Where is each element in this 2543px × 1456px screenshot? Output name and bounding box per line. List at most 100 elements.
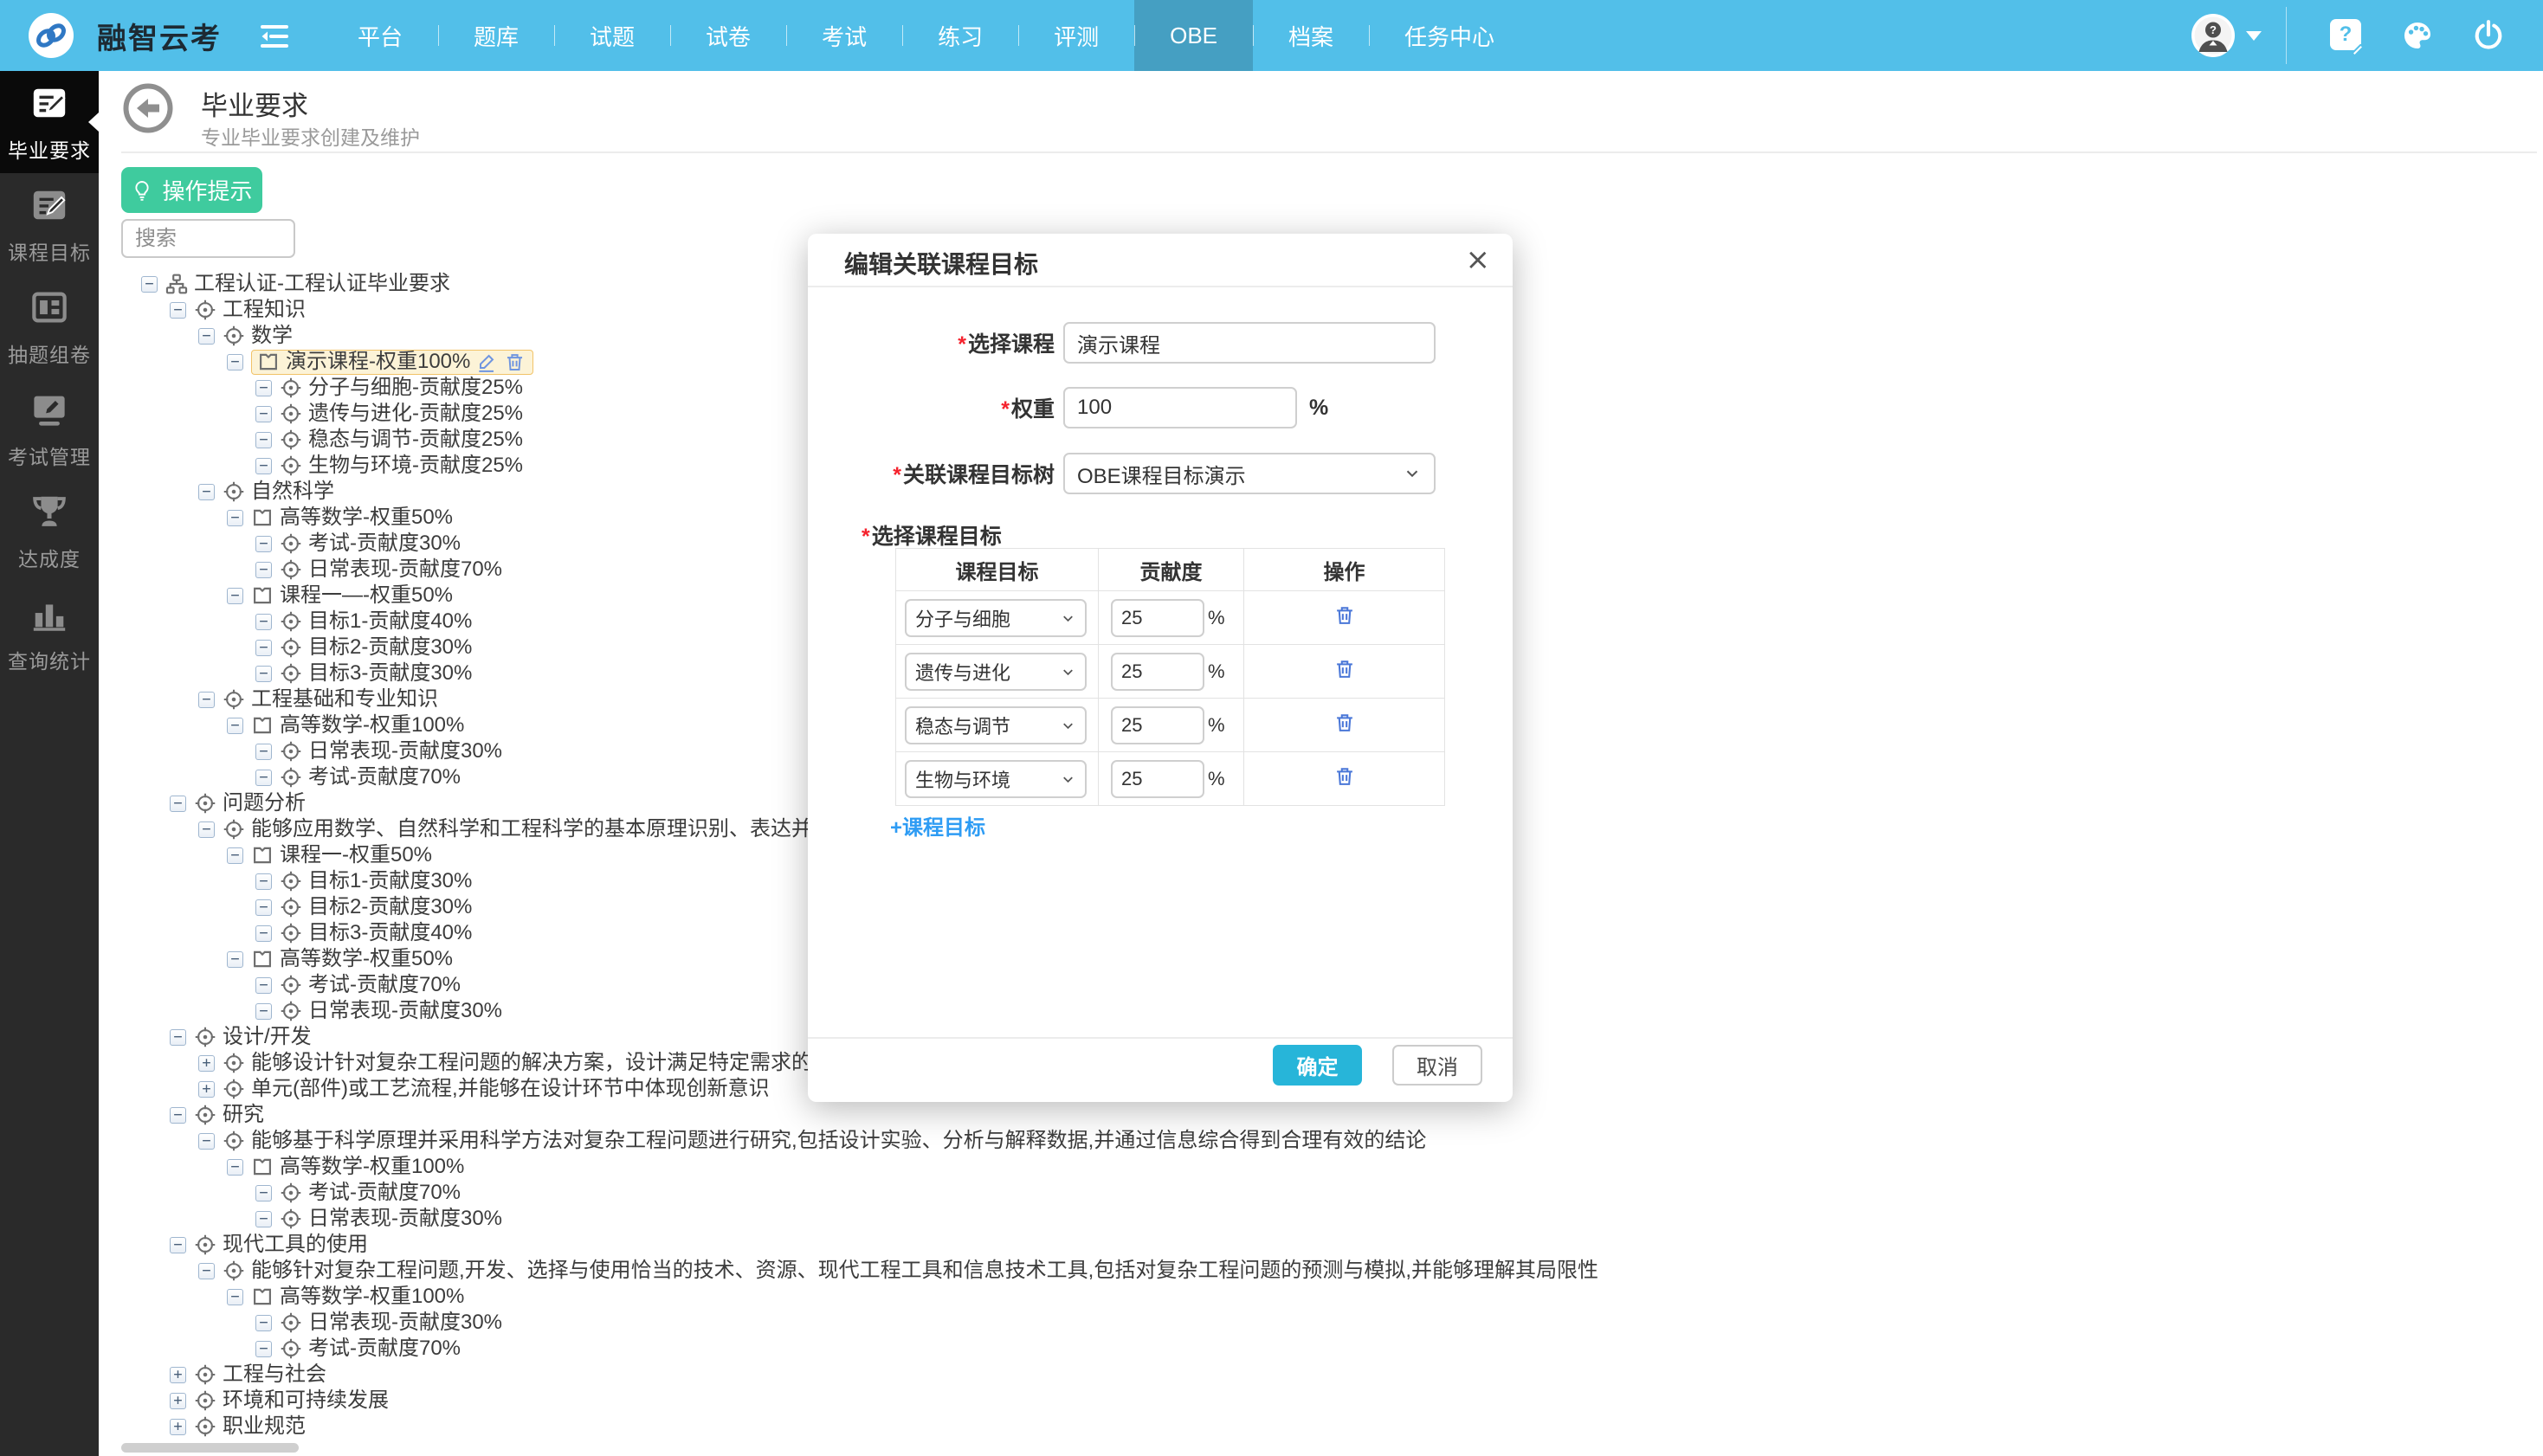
tree-toggle-minus-icon[interactable]: −	[198, 692, 215, 708]
weight-input[interactable]	[1063, 387, 1297, 428]
objective-select[interactable]: 稳态与调节	[905, 706, 1087, 744]
delete-node-icon[interactable]	[504, 351, 526, 373]
tree-toggle-minus-icon[interactable]: −	[255, 614, 272, 630]
tree-toggle-minus-icon[interactable]: −	[255, 640, 272, 656]
sidebar-item-查询统计[interactable]: 查询统计	[0, 582, 99, 684]
sidebar-item-考试管理[interactable]: 考试管理	[0, 377, 99, 480]
tree-toggle-minus-icon[interactable]: −	[255, 1341, 272, 1357]
cancel-button[interactable]: 取消	[1392, 1045, 1482, 1086]
tree-toggle-minus-icon[interactable]: −	[255, 925, 272, 942]
selected-tree-node[interactable]: 演示课程-权重100%	[251, 350, 533, 375]
back-button[interactable]	[123, 83, 173, 133]
menu-collapse-icon[interactable]	[260, 23, 289, 50]
tree-toggle-minus-icon[interactable]: −	[227, 1289, 243, 1305]
tree-toggle-minus-icon[interactable]: −	[255, 977, 272, 994]
tree-toggle-minus-icon[interactable]: −	[198, 821, 215, 838]
tree-toggle-plus-icon[interactable]: +	[198, 1081, 215, 1098]
objective-select[interactable]: 生物与环境	[905, 760, 1087, 798]
user-avatar[interactable]: ?	[2191, 13, 2236, 58]
add-objective-link[interactable]: +课程目标	[890, 810, 985, 841]
modal-close-icon[interactable]: ×	[1466, 242, 1491, 277]
nav-item-OBE[interactable]: OBE	[1134, 0, 1253, 71]
tree-toggle-minus-icon[interactable]: −	[170, 1107, 186, 1124]
tree-toggle-minus-icon[interactable]: −	[255, 1315, 272, 1331]
tree-toggle-minus-icon[interactable]: −	[255, 458, 272, 474]
sidebar-item-毕业要求[interactable]: 毕业要求	[0, 71, 99, 173]
tree-toggle-minus-icon[interactable]: −	[255, 432, 272, 448]
tree-toggle-minus-icon[interactable]: −	[255, 873, 272, 890]
tree-node[interactable]: +职业规范	[99, 1414, 2543, 1440]
objective-select[interactable]: 遗传与进化	[905, 653, 1087, 691]
edit-node-icon[interactable]	[476, 351, 498, 373]
tree-toggle-minus-icon[interactable]: −	[198, 1133, 215, 1150]
tree-toggle-minus-icon[interactable]: −	[170, 302, 186, 319]
tree-toggle-minus-icon[interactable]: −	[255, 899, 272, 916]
tree-node[interactable]: +环境和可持续发展	[99, 1388, 2543, 1414]
tree-toggle-plus-icon[interactable]: +	[170, 1419, 186, 1435]
tree-toggle-minus-icon[interactable]: −	[255, 1003, 272, 1020]
logout-power-icon[interactable]	[2472, 19, 2505, 52]
tree-toggle-minus-icon[interactable]: −	[198, 1263, 215, 1279]
tree-toggle-minus-icon[interactable]: −	[227, 718, 243, 734]
nav-item-考试[interactable]: 考试	[786, 0, 902, 71]
tree-toggle-plus-icon[interactable]: +	[170, 1393, 186, 1409]
tree-node[interactable]: −考试-贡献度70%	[99, 1336, 2543, 1362]
tree-toggle-minus-icon[interactable]: −	[227, 588, 243, 604]
theme-palette-icon[interactable]	[2401, 19, 2434, 52]
sidebar-item-课程目标[interactable]: 课程目标	[0, 173, 99, 275]
contribution-input[interactable]	[1111, 653, 1204, 691]
tree-node[interactable]: +工程与社会	[99, 1362, 2543, 1388]
user-menu-caret-icon[interactable]	[2246, 31, 2262, 41]
course-input[interactable]	[1063, 322, 1436, 364]
horizontal-scrollbar[interactable]	[121, 1443, 299, 1453]
tree-node[interactable]: −高等数学-权重100%	[99, 1154, 2543, 1180]
confirm-button[interactable]: 确定	[1273, 1045, 1362, 1086]
tree-toggle-minus-icon[interactable]: −	[255, 406, 272, 422]
tips-button[interactable]: 操作提示	[121, 167, 262, 213]
tree-toggle-minus-icon[interactable]: −	[141, 276, 158, 293]
tree-node[interactable]: −能够基于科学原理并采用科学方法对复杂工程问题进行研究,包括设计实验、分析与解释…	[99, 1128, 2543, 1154]
nav-item-评测[interactable]: 评测	[1018, 0, 1134, 71]
tree-toggle-minus-icon[interactable]: −	[227, 951, 243, 968]
tree-node[interactable]: −高等数学-权重100%	[99, 1284, 2543, 1310]
delete-objective-icon[interactable]	[1333, 765, 1356, 788]
tree-toggle-minus-icon[interactable]: −	[227, 354, 243, 370]
tree-toggle-minus-icon[interactable]: −	[255, 1211, 272, 1227]
sidebar-item-达成度[interactable]: 达成度	[0, 480, 99, 582]
nav-item-档案[interactable]: 档案	[1253, 0, 1369, 71]
tree-toggle-minus-icon[interactable]: −	[227, 1159, 243, 1176]
tree-node[interactable]: −日常表现-贡献度30%	[99, 1310, 2543, 1336]
tree-toggle-minus-icon[interactable]: −	[255, 380, 272, 396]
help-feedback-icon[interactable]: ?	[2330, 19, 2363, 52]
tree-toggle-minus-icon[interactable]: −	[255, 1185, 272, 1202]
sidebar-item-抽题组卷[interactable]: 抽题组卷	[0, 275, 99, 377]
tree-node[interactable]: −能够针对复杂工程问题,开发、选择与使用恰当的技术、资源、现代工程工具和信息技术…	[99, 1258, 2543, 1284]
nav-item-练习[interactable]: 练习	[902, 0, 1018, 71]
tree-toggle-minus-icon[interactable]: −	[227, 510, 243, 526]
search-input[interactable]	[121, 219, 295, 258]
contribution-input[interactable]	[1111, 599, 1204, 637]
tree-toggle-minus-icon[interactable]: −	[170, 796, 186, 812]
tree-toggle-minus-icon[interactable]: −	[170, 1237, 186, 1253]
tree-node[interactable]: −日常表现-贡献度30%	[99, 1206, 2543, 1232]
tree-toggle-minus-icon[interactable]: −	[255, 770, 272, 786]
tree-toggle-minus-icon[interactable]: −	[227, 847, 243, 864]
tree-toggle-minus-icon[interactable]: −	[198, 328, 215, 345]
tree-node[interactable]: −考试-贡献度70%	[99, 1180, 2543, 1206]
nav-item-试卷[interactable]: 试卷	[670, 0, 786, 71]
tree-toggle-plus-icon[interactable]: +	[198, 1055, 215, 1072]
contribution-input[interactable]	[1111, 760, 1204, 798]
objective-select[interactable]: 分子与细胞	[905, 599, 1087, 637]
nav-item-试题[interactable]: 试题	[554, 0, 670, 71]
delete-objective-icon[interactable]	[1333, 604, 1356, 627]
nav-item-任务中心[interactable]: 任务中心	[1369, 0, 1530, 71]
tree-toggle-minus-icon[interactable]: −	[255, 744, 272, 760]
delete-objective-icon[interactable]	[1333, 658, 1356, 680]
tree-toggle-minus-icon[interactable]: −	[198, 484, 215, 500]
tree-toggle-plus-icon[interactable]: +	[170, 1367, 186, 1383]
tree-node[interactable]: −现代工具的使用	[99, 1232, 2543, 1258]
tree-toggle-minus-icon[interactable]: −	[255, 666, 272, 682]
delete-objective-icon[interactable]	[1333, 712, 1356, 734]
tree-toggle-minus-icon[interactable]: −	[255, 536, 272, 552]
tree-toggle-minus-icon[interactable]: −	[170, 1029, 186, 1046]
